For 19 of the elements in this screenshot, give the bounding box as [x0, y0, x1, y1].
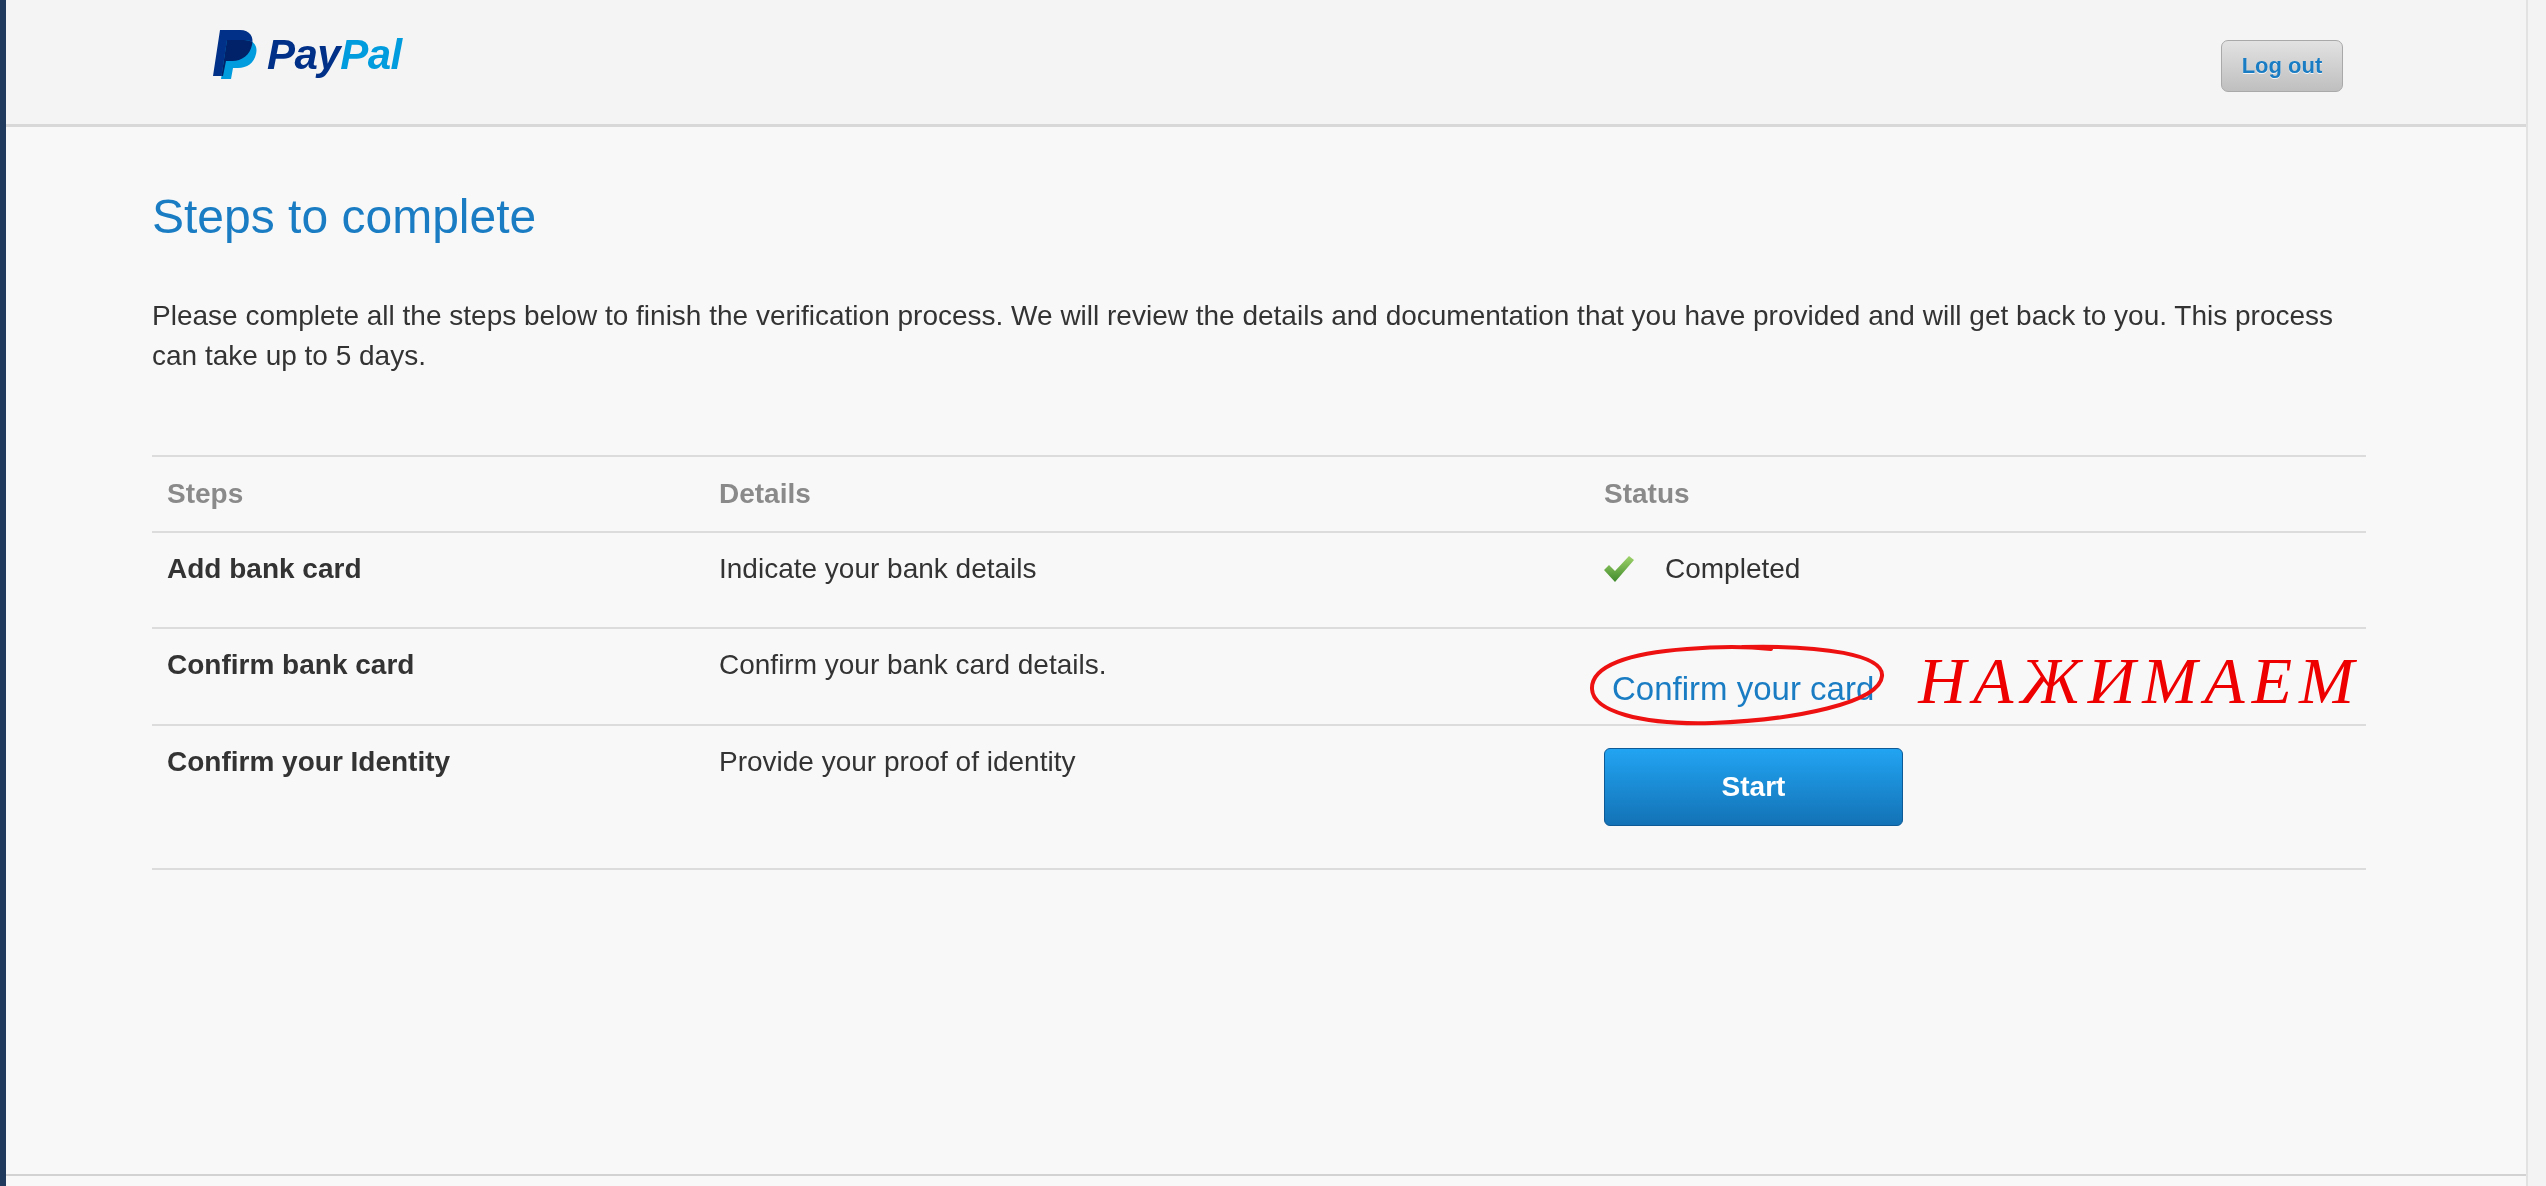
confirm-card-link[interactable]: Confirm your card [1612, 670, 1875, 708]
logout-button[interactable]: Log out [2221, 40, 2343, 92]
page-title: Steps to complete [152, 190, 538, 244]
column-header: Details [704, 456, 1589, 532]
logo-mark-icon [213, 30, 258, 79]
start-button[interactable]: Start [1604, 748, 1903, 826]
annotation-text: НАЖИМАЕМ [1918, 648, 2361, 714]
table-cell: Confirm your bank card details. [704, 628, 1589, 725]
table-cell: Confirm bank card [152, 628, 704, 725]
column-header: Status [1589, 456, 2366, 532]
table-cell: Indicate your bank details [704, 532, 1589, 628]
table-cell: Confirm your Identity [152, 725, 704, 869]
status-text: Completed [1665, 552, 1801, 585]
table-cell: Add bank card [152, 532, 704, 628]
intro-text: Please complete all the steps below to finish the verification process. We will review the details and documentation that you have provided and will get back to you. This process can take up to 5 days. [152, 299, 2335, 373]
table-cell: Provide your proof of identity [704, 725, 1589, 869]
column-header: Steps [152, 456, 704, 532]
logo-wordmark: PayPal [267, 33, 402, 76]
check-icon [1604, 555, 1634, 582]
